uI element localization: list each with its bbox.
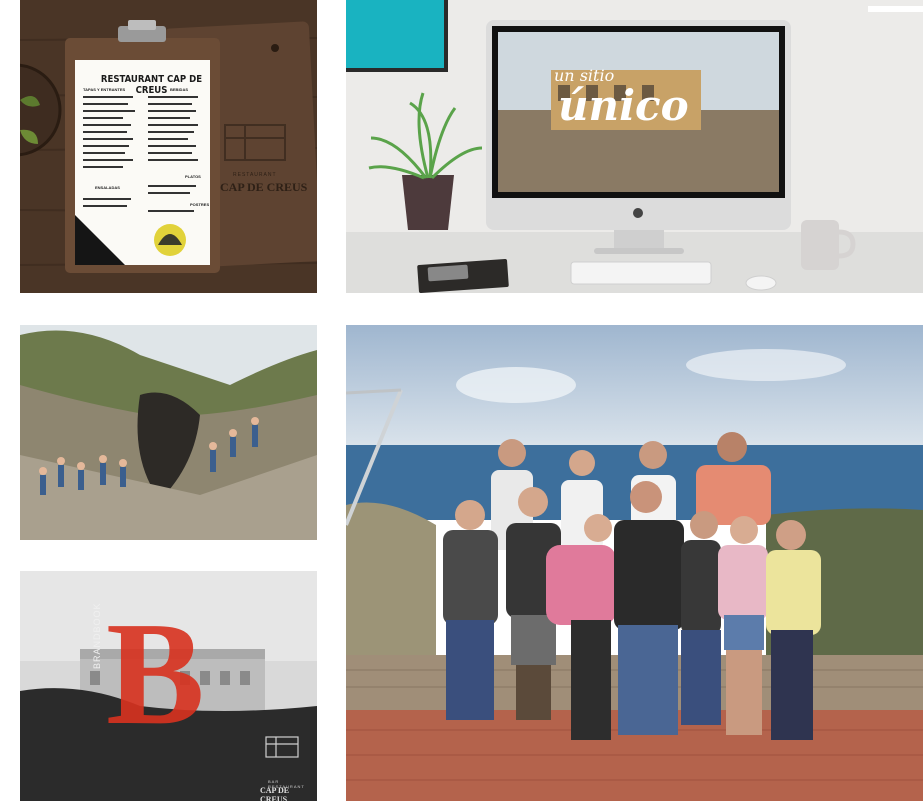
menu-clipboard-illustration <box>20 0 317 293</box>
board-brand: CAP DE CREUS <box>220 180 308 194</box>
brandbook-vertical-word: BRANDBOOK <box>92 602 102 669</box>
group-terrace-illustration <box>346 325 923 801</box>
monitor-script-big: único <box>558 81 689 130</box>
menu-section-postres: POSTRES <box>190 202 210 207</box>
monitor-desk-illustration <box>346 0 923 293</box>
brandbook-cover: B BRANDBOOK BAR RESTAURANT CAP DE CREUS <box>20 571 317 801</box>
brandbook-letter: B <box>106 592 205 756</box>
menu-section-tapas: TAPAS Y ENTRANTES <box>83 87 126 92</box>
monitor-desk-photo: un sitio único <box>346 0 923 293</box>
menu-title: RESTAURANT CAP DE CREUS <box>100 74 203 96</box>
menu-section-ensaladas: ENSALADAS <box>95 185 120 190</box>
hillside-illustration <box>20 325 317 540</box>
menu-section-platos: PLATOS <box>185 174 201 179</box>
group-terrace-photo <box>346 325 923 801</box>
brandbook-logo-name: CAP DE CREUS <box>260 786 290 801</box>
menu-clipboard-photo: RESTAURANT CAP DE CREUS TAPAS Y ENTRANTE… <box>20 0 317 293</box>
hillside-group-photo <box>20 325 317 540</box>
menu-section-bebidas: BEBIDAS <box>170 87 189 92</box>
board-brand-small: RESTAURANT <box>233 172 277 178</box>
